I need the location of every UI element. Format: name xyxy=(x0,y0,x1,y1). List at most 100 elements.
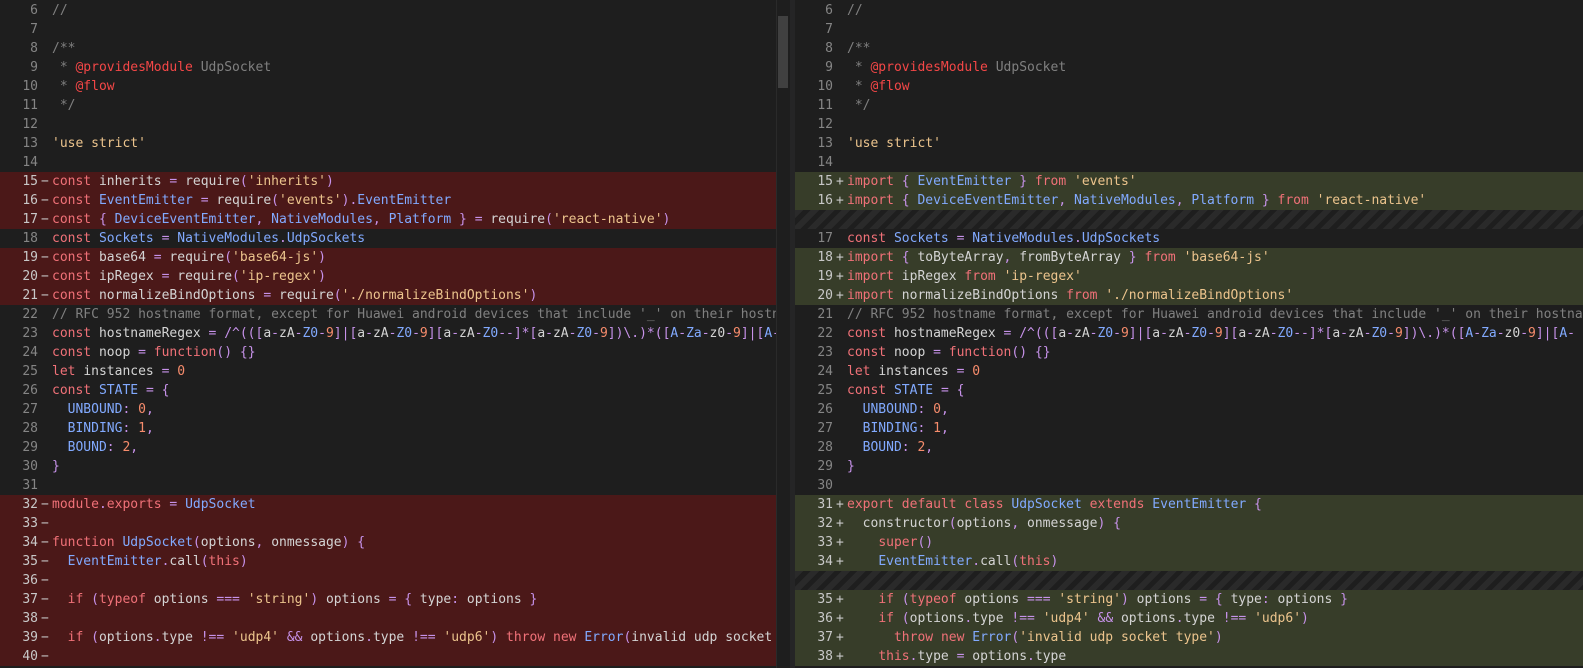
line-code: const STATE = { xyxy=(52,383,170,398)
code-line[interactable]: 21 // RFC 952 hostname format, except for… xyxy=(795,305,1583,324)
code-line[interactable]: 10 * @flow xyxy=(795,77,1583,96)
code-line[interactable]: 22 // RFC 952 hostname format, except for… xyxy=(0,305,790,324)
added-marker: + xyxy=(836,630,844,645)
code-line[interactable]: 6 // xyxy=(795,1,1583,20)
line-code: const normalizeBindOptions = require('./… xyxy=(52,288,538,303)
code-line[interactable]: 14 xyxy=(795,153,1583,172)
code-line[interactable]: 19 + import ipRegex from 'ip-regex' xyxy=(795,267,1583,286)
code-line[interactable]: 34 + EventEmitter.call(this) xyxy=(795,552,1583,571)
code-line[interactable]: 32 + constructor(options, onmessage) { xyxy=(795,514,1583,533)
line-code: import ipRegex from 'ip-regex' xyxy=(847,269,1082,284)
code-line[interactable]: 35− EventEmitter.call(this) xyxy=(0,552,790,571)
left-scrollbar-thumb[interactable] xyxy=(778,16,788,88)
code-line[interactable]: 22 const hostnameRegex = /^(([a-zA-Z0-9]|… xyxy=(795,324,1583,343)
diff-modified-pane[interactable]: 6// 7 8/** 9 * @providesModule UdpSocket 10 … xyxy=(795,0,1583,668)
code-line[interactable]: 33− xyxy=(0,514,790,533)
code-line[interactable]: 9 * @providesModule UdpSocket xyxy=(795,58,1583,77)
code-line[interactable]: 16− const EventEmitter = require('events'… xyxy=(0,191,790,210)
code-line[interactable]: 17− const { DeviceEventEmitter, NativeMod… xyxy=(0,210,790,229)
line-code: import { EventEmitter } from 'events' xyxy=(847,174,1137,189)
code-line[interactable]: 27 BINDING: 1, xyxy=(795,419,1583,438)
code-line[interactable]: 38− xyxy=(0,609,790,628)
line-number: 30 xyxy=(22,459,38,474)
code-line[interactable]: 15 + import { EventEmitter } from 'events' xyxy=(795,172,1583,191)
code-line[interactable]: 18 const Sockets = NativeModules.UdpSocke… xyxy=(0,229,790,248)
code-line[interactable]: 12 xyxy=(0,115,790,134)
code-line[interactable]: 30} xyxy=(0,457,790,476)
code-line[interactable] xyxy=(795,210,1583,229)
code-line[interactable]: 17 const Sockets = NativeModules.UdpSocke… xyxy=(795,229,1583,248)
code-line[interactable]: 18 + import { toByteArray, fromByteArray }… xyxy=(795,248,1583,267)
line-code: * @providesModule UdpSocket xyxy=(847,60,1067,75)
code-line[interactable]: 33 + super() xyxy=(795,533,1583,552)
code-line[interactable]: 9 * @providesModule UdpSocket xyxy=(0,58,790,77)
left-scrollbar-track[interactable] xyxy=(776,0,791,668)
line-number: 7 xyxy=(825,22,833,37)
line-number: 38 xyxy=(22,611,38,626)
code-line[interactable]: 21− const normalizeBindOptions = require(… xyxy=(0,286,790,305)
code-line[interactable]: 24 let instances = 0 xyxy=(795,362,1583,381)
line-code: 'use strict' xyxy=(847,136,941,151)
code-line[interactable]: 26 const STATE = { xyxy=(0,381,790,400)
code-line[interactable]: 8 /** xyxy=(795,39,1583,58)
code-line[interactable]: 8 /** xyxy=(0,39,790,58)
code-line[interactable]: 30 xyxy=(795,476,1583,495)
code-line[interactable]: 15− const inherits = require('inherits') xyxy=(0,172,790,191)
code-line[interactable]: 26 UNBOUND: 0, xyxy=(795,400,1583,419)
code-line[interactable]: 25 const STATE = { xyxy=(795,381,1583,400)
code-line[interactable]: 24 const noop = function() {} xyxy=(0,343,790,362)
line-number: 28 xyxy=(22,421,38,436)
code-line[interactable]: 12 xyxy=(795,115,1583,134)
code-line[interactable]: 20− const ipRegex = require('ip-regex') xyxy=(0,267,790,286)
line-number: 22 xyxy=(22,307,38,322)
code-line[interactable]: 34− function UdpSocket(options, onmessage… xyxy=(0,533,790,552)
code-line[interactable]: 37 + throw new Error('invalid udp socket … xyxy=(795,628,1583,647)
line-number: 16 xyxy=(817,193,833,208)
diff-original-pane[interactable]: 6//7 8/** 9 * @providesModule UdpSocket 10 … xyxy=(0,0,790,668)
code-line[interactable]: 7 xyxy=(0,20,790,39)
code-line[interactable]: 40− xyxy=(0,647,790,666)
line-number: 23 xyxy=(817,345,833,360)
line-code: // xyxy=(52,3,68,18)
code-line[interactable]: 11 */ xyxy=(795,96,1583,115)
code-line[interactable]: 29 BOUND: 2, xyxy=(0,438,790,457)
code-line[interactable]: 39− if (options.type !== 'udp4' && optio… xyxy=(0,628,790,647)
code-line[interactable]: 29} xyxy=(795,457,1583,476)
code-line[interactable]: 36 + if (options.type !== 'udp4' && optio… xyxy=(795,609,1583,628)
line-number: 21 xyxy=(22,288,38,303)
code-line[interactable]: 19− const base64 = require('base64-js') xyxy=(0,248,790,267)
added-marker: + xyxy=(836,649,844,664)
code-line[interactable]: 27 UNBOUND: 0, xyxy=(0,400,790,419)
code-line[interactable]: 28 BOUND: 2, xyxy=(795,438,1583,457)
code-line[interactable]: 13 'use strict' xyxy=(0,134,790,153)
code-line[interactable]: 23 const noop = function() {} xyxy=(795,343,1583,362)
line-code: BINDING: 1, xyxy=(67,421,154,436)
code-line[interactable]: 38 + this.type = options.type xyxy=(795,647,1583,666)
code-line[interactable]: 20 + import normalizeBindOptions from './n… xyxy=(795,286,1583,305)
line-code: */ xyxy=(52,98,76,113)
code-line[interactable]: 31 + export default class UdpSocket extend… xyxy=(795,495,1583,514)
code-line[interactable]: 37− if (typeof options === 'string') opt… xyxy=(0,590,790,609)
code-line[interactable]: 35 + if (typeof options === 'string') opt… xyxy=(795,590,1583,609)
code-line[interactable]: 36− xyxy=(0,571,790,590)
code-line[interactable]: 28 BINDING: 1, xyxy=(0,419,790,438)
code-line[interactable] xyxy=(795,571,1583,590)
line-code: if (options.type !== 'udp4' && options.t… xyxy=(67,630,790,645)
code-line[interactable]: 23 const hostnameRegex = /^(([a-zA-Z0-9]|… xyxy=(0,324,790,343)
code-line[interactable]: 11 */ xyxy=(0,96,790,115)
added-marker: + xyxy=(836,535,844,550)
line-number: 19 xyxy=(22,250,38,265)
code-line[interactable]: 16 + import { DeviceEventEmitter, NativeMo… xyxy=(795,191,1583,210)
line-number: 14 xyxy=(22,155,38,170)
code-line[interactable]: 25 let instances = 0 xyxy=(0,362,790,381)
added-marker: + xyxy=(836,250,844,265)
code-line[interactable]: 32− module.exports = UdpSocket xyxy=(0,495,790,514)
code-line[interactable]: 14 xyxy=(0,153,790,172)
added-marker: + xyxy=(836,193,844,208)
code-line[interactable]: 6 // xyxy=(0,1,790,20)
code-line[interactable]: 7 xyxy=(795,20,1583,39)
line-number: 17 xyxy=(22,212,38,227)
code-line[interactable]: 10 * @flow xyxy=(0,77,790,96)
code-line[interactable]: 31 xyxy=(0,476,790,495)
code-line[interactable]: 13 'use strict' xyxy=(795,134,1583,153)
